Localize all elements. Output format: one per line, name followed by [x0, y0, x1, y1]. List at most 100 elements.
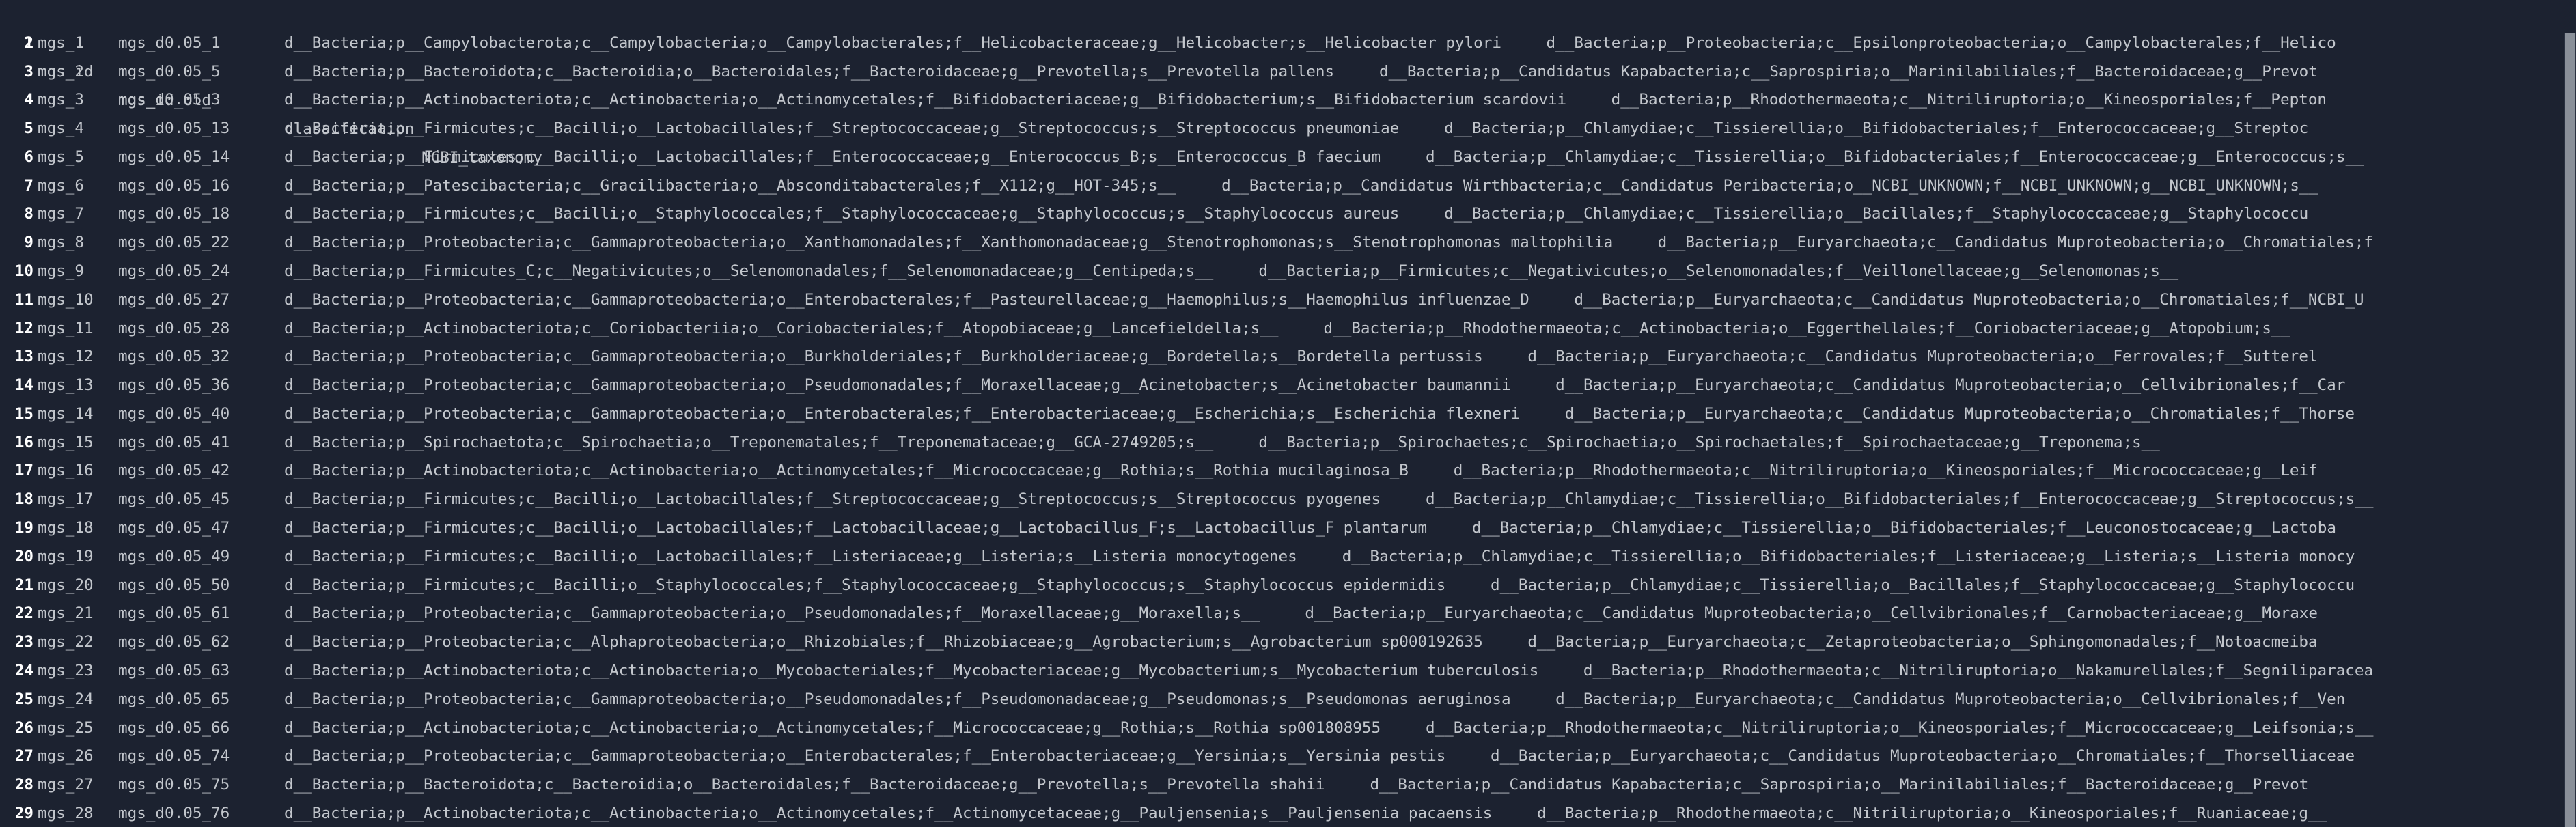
cell-mgs-id: mgs_7 [38, 205, 85, 223]
cell-ncbi-taxonomy: d__Bacteria;p__Euryarchaeota;c__Candidat… [1574, 290, 2364, 309]
line-number: 16 [14, 433, 33, 451]
table-row: 15 mgs_14 mgs_d0.05_40 d__Bacteria;p__Prote… [0, 400, 2576, 428]
cell-classification: d__Bacteria;p__Proteobacteria;c__Gammapr… [284, 348, 1483, 366]
cell-mgs-id-old: mgs_d0.05_75 [118, 776, 230, 794]
line-number: 18 [14, 490, 33, 509]
table-row: 26 mgs_25 mgs_d0.05_66 d__Bacteria;p__Actin… [0, 714, 2576, 742]
cell-mgs-id-old: mgs_d0.05_36 [118, 376, 230, 395]
cell-classification: d__Bacteria;p__Patescibacteria;c__Gracil… [284, 176, 1176, 195]
line-number: 21 [14, 576, 33, 594]
cell-mgs-id: mgs_26 [38, 747, 94, 766]
table-row: 21 mgs_20 mgs_d0.05_50 d__Bacteria;p__Firmi… [0, 571, 2576, 600]
cell-ncbi-taxonomy: d__Bacteria;p__Euryarchaeota;c__Candidat… [1491, 747, 2355, 766]
cell-ncbi-taxonomy: d__Bacteria;p__Rhodothermaeota;c__Nitril… [1611, 91, 2327, 109]
table-row: 20 mgs_19 mgs_d0.05_49 d__Bacteria;p__Firmi… [0, 542, 2576, 571]
table-row: 11 mgs_10 mgs_d0.05_27 d__Bacteria;p__Prote… [0, 285, 2576, 314]
line-number: 26 [14, 718, 33, 737]
cell-classification: d__Bacteria;p__Actinobacteriota;c__Actin… [284, 804, 1493, 822]
cell-classification: d__Bacteria;p__Proteobacteria;c__Alphapr… [284, 633, 1483, 651]
cell-classification: d__Bacteria;p__Proteobacteria;c__Gammapr… [284, 690, 1511, 708]
cell-classification: d__Bacteria;p__Firmicutes;c__Bacilli;o__… [284, 576, 1446, 594]
cell-mgs-id: mgs_5 [38, 148, 85, 166]
cell-classification: d__Bacteria;p__Firmicutes;c__Bacilli;o__… [284, 490, 1381, 509]
cell-mgs-id: mgs_22 [38, 633, 94, 651]
cell-mgs-id: mgs_18 [38, 519, 94, 537]
cell-mgs-id-old: mgs_d0.05_3 [118, 91, 221, 109]
cell-mgs-id: mgs_11 [38, 319, 94, 337]
cell-ncbi-taxonomy: d__Bacteria;p__Euryarchaeota;c__Candidat… [1657, 234, 2373, 252]
cell-ncbi-taxonomy: d__Bacteria;p__Euryarchaeota;c__Zetaprot… [1527, 633, 2318, 651]
cell-mgs-id: mgs_3 [38, 91, 85, 109]
table-row: 18 mgs_17 mgs_d0.05_45 d__Bacteria;p__Firmi… [0, 485, 2576, 514]
line-number: 3 [24, 62, 33, 81]
cell-mgs-id: mgs_4 [38, 120, 85, 138]
table-row: 23 mgs_22 mgs_d0.05_62 d__Bacteria;p__Prote… [0, 628, 2576, 656]
cell-mgs-id-old: mgs_d0.05_74 [118, 747, 230, 766]
cell-mgs-id: mgs_21 [38, 604, 94, 623]
cell-classification: d__Bacteria;p__Proteobacteria;c__Gammapr… [284, 376, 1511, 395]
cell-mgs-id-old: mgs_d0.05_32 [118, 348, 230, 366]
cell-mgs-id-old: mgs_d0.05_24 [118, 262, 230, 281]
cell-mgs-id: mgs_12 [38, 348, 94, 366]
line-number: 25 [14, 690, 33, 708]
line-number: 24 [14, 661, 33, 679]
cell-ncbi-taxonomy: d__Bacteria;p__Rhodothermaeota;c__Nitril… [1425, 718, 2374, 737]
cell-ncbi-taxonomy: d__Bacteria;p__Euryarchaeota;c__Candidat… [1564, 404, 2355, 423]
table-row: 5 mgs_4 mgs_d0.05_13 d__Bacteria;p__Firmicu… [0, 114, 2576, 143]
cell-mgs-id: mgs_15 [38, 433, 94, 451]
cell-ncbi-taxonomy: d__Bacteria;p__Chlamydiae;c__Tissierelli… [1342, 547, 2355, 565]
line-number: 17 [14, 462, 33, 480]
cell-ncbi-taxonomy: d__Bacteria;p__Rhodothermaeota;c__Nitril… [1536, 804, 2327, 822]
cell-mgs-id-old: mgs_d0.05_62 [118, 633, 230, 651]
table-row: 12 mgs_11 mgs_d0.05_28 d__Bacteria;p__Actin… [0, 314, 2576, 343]
cell-mgs-id: mgs_6 [38, 176, 85, 195]
header-row: 1 mgs_id mgs_id_old classification NCBI_… [0, 0, 2576, 167]
cell-mgs-id-old: mgs_d0.05_49 [118, 547, 230, 565]
cell-ncbi-taxonomy: d__Bacteria;p__Candidatus Kapabacteria;c… [1370, 776, 2309, 794]
table-row: 19 mgs_18 mgs_d0.05_47 d__Bacteria;p__Firmi… [0, 514, 2576, 542]
cell-mgs-id-old: mgs_d0.05_65 [118, 690, 230, 708]
cell-classification: d__Bacteria;p__Bacteroidota;c__Bacteroid… [284, 62, 1335, 81]
cell-classification: d__Bacteria;p__Spirochaetota;c__Spirocha… [284, 433, 1214, 451]
cell-ncbi-taxonomy: d__Bacteria;p__Euryarchaeota;c__Candidat… [1555, 690, 2346, 708]
cell-mgs-id-old: mgs_d0.05_16 [118, 176, 230, 195]
cell-classification: d__Bacteria;p__Firmicutes;c__Bacilli;o__… [284, 205, 1400, 223]
line-number: 5 [24, 120, 33, 138]
cell-mgs-id-old: mgs_d0.05_5 [118, 62, 221, 81]
table-row: 13 mgs_12 mgs_d0.05_32 d__Bacteria;p__Prote… [0, 342, 2576, 371]
table-row: 27 mgs_26 mgs_d0.05_74 d__Bacteria;p__Prote… [0, 742, 2576, 770]
cell-classification: d__Bacteria;p__Campylobacterota;c__Campy… [284, 33, 1501, 52]
scrollbar-thumb[interactable] [2565, 33, 2575, 827]
cell-mgs-id: mgs_19 [38, 547, 94, 565]
table-row: 8 mgs_7 mgs_d0.05_18 d__Bacteria;p__Firmicu… [0, 199, 2576, 228]
terminal-viewer[interactable]: 1 mgs_id mgs_id_old classification NCBI_… [0, 0, 2576, 827]
line-number: 12 [14, 319, 33, 337]
table-row: 28 mgs_27 mgs_d0.05_75 d__Bacteria;p__Bacte… [0, 770, 2576, 799]
cell-mgs-id-old: mgs_d0.05_66 [118, 718, 230, 737]
cell-classification: d__Bacteria;p__Proteobacteria;c__Gammapr… [284, 404, 1521, 423]
cell-mgs-id-old: mgs_d0.05_14 [118, 148, 230, 166]
cell-ncbi-taxonomy: d__Bacteria;p__Rhodothermaeota;c__Nitril… [1453, 462, 2318, 480]
cell-classification: d__Bacteria;p__Bacteroidota;c__Bacteroid… [284, 776, 1325, 794]
cell-classification: d__Bacteria;p__Firmicutes;c__Bacilli;o__… [284, 547, 1297, 565]
cell-ncbi-taxonomy: d__Bacteria;p__Euryarchaeota;c__Candidat… [1305, 604, 2318, 623]
line-number: 6 [24, 148, 33, 166]
cell-ncbi-taxonomy: d__Bacteria;p__Chlamydiae;c__Tissierelli… [1444, 205, 2309, 223]
cell-mgs-id: mgs_24 [38, 690, 94, 708]
cell-ncbi-taxonomy: d__Bacteria;p__Firmicutes;c__Negativicut… [1258, 262, 2179, 281]
cell-classification: d__Bacteria;p__Actinobacteriota;c__Actin… [284, 718, 1381, 737]
cell-mgs-id: mgs_9 [38, 262, 85, 281]
cell-mgs-id: mgs_23 [38, 661, 94, 679]
cell-mgs-id-old: mgs_d0.05_40 [118, 404, 230, 423]
cell-classification: d__Bacteria;p__Actinobacteriota;c__Corio… [284, 319, 1279, 337]
scrollbar[interactable] [2564, 33, 2576, 827]
cell-ncbi-taxonomy: d__Bacteria;p__Candidatus Kapabacteria;c… [1379, 62, 2318, 81]
cell-mgs-id: mgs_2 [38, 62, 85, 81]
cell-mgs-id: mgs_20 [38, 576, 94, 594]
cell-mgs-id-old: mgs_d0.05_45 [118, 490, 230, 509]
cell-classification: d__Bacteria;p__Proteobacteria;c__Gammapr… [284, 234, 1614, 252]
cell-classification: d__Bacteria;p__Actinobacteriota;c__Actin… [284, 462, 1409, 480]
line-number: 20 [14, 547, 33, 565]
cell-classification: d__Bacteria;p__Firmicutes;c__Bacilli;o__… [284, 519, 1428, 537]
cell-mgs-id: mgs_25 [38, 718, 94, 737]
